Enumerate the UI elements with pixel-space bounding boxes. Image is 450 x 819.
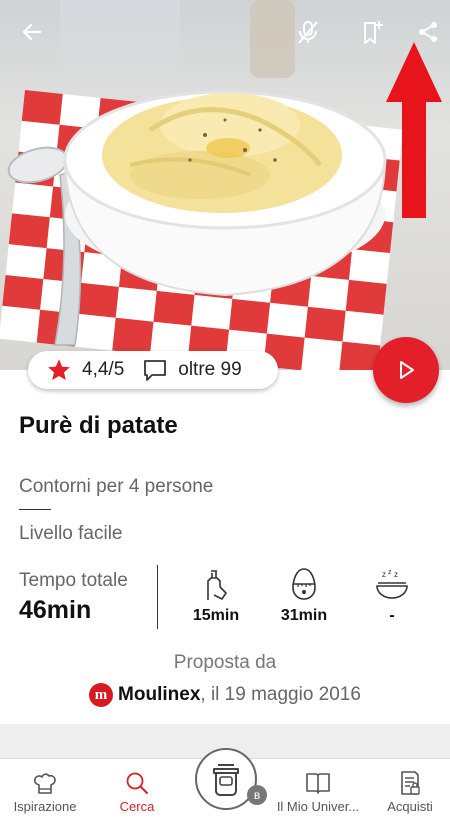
moulinex-logo: m — [89, 683, 114, 707]
book-icon — [306, 773, 330, 794]
cooking-device-icon — [213, 764, 239, 796]
comment-icon — [144, 360, 167, 381]
star-icon — [48, 359, 70, 380]
annotation-arrow-icon — [386, 42, 442, 218]
nav-item-acquisti[interactable]: Acquisti — [365, 759, 450, 819]
rest-time-value: - — [389, 607, 395, 624]
nav-item-ispirazione[interactable]: Ispirazione — [0, 759, 90, 819]
egg-timer-icon — [292, 568, 316, 600]
divider — [19, 509, 51, 510]
recipe-category: Contorni per 4 persone — [19, 476, 214, 497]
nav-label: Il Mio Univer... — [276, 799, 360, 814]
play-icon — [400, 361, 414, 379]
proposer-brand[interactable]: Moulinex — [118, 684, 200, 706]
recipe-level: Livello facile — [19, 523, 123, 544]
nav-label: Ispirazione — [13, 799, 77, 814]
voice-control-button[interactable] — [290, 14, 326, 50]
rest-time: z z z - — [362, 565, 422, 625]
comment-count: oltre 99 — [178, 359, 242, 380]
back-arrow-icon — [22, 23, 42, 41]
proposer-date: , il 19 maggio 2016 — [200, 684, 361, 705]
mic-off-icon — [298, 21, 318, 44]
svg-text:z: z — [394, 570, 398, 579]
prep-time-value: 15min — [192, 607, 240, 624]
prep-time: 15min — [186, 565, 246, 625]
search-icon — [126, 772, 148, 794]
nav-label: Cerca — [119, 799, 155, 814]
nav-item-mio-universo[interactable]: Il Mio Univer... — [273, 759, 363, 819]
nav-item-cerca[interactable]: Cerca — [92, 759, 182, 819]
cook-time: 31min — [274, 565, 334, 625]
cook-time-value: 31min — [280, 607, 328, 624]
bookmark-add-icon — [364, 21, 383, 44]
total-time-value: 46min — [19, 596, 92, 624]
svg-text:z: z — [382, 570, 386, 579]
rest-bowl-icon: z z z — [376, 569, 408, 599]
recipe-hero-image — [0, 0, 450, 370]
cooking-device-button[interactable] — [195, 748, 257, 810]
time-divider — [157, 565, 158, 629]
proposed-by-label: Proposta da — [173, 652, 277, 673]
back-button[interactable] — [14, 14, 50, 50]
proposer-line[interactable]: m Moulinex , il 19 maggio 2016 — [0, 683, 450, 707]
recipe-title: Purè di patate — [19, 412, 178, 439]
total-time-label: Tempo totale — [19, 570, 128, 591]
shopping-list-icon — [401, 771, 420, 795]
start-cooking-button[interactable] — [373, 337, 439, 403]
nav-label: Acquisti — [387, 799, 433, 814]
rating-value: 4,4/5 — [82, 359, 125, 380]
bluetooth-icon: ʙ — [247, 785, 267, 805]
prep-hand-icon — [207, 570, 227, 600]
svg-text:z: z — [388, 569, 392, 576]
rating-pill[interactable]: 4,4/5 oltre 99 — [28, 351, 278, 389]
chef-hat-icon — [33, 773, 56, 794]
